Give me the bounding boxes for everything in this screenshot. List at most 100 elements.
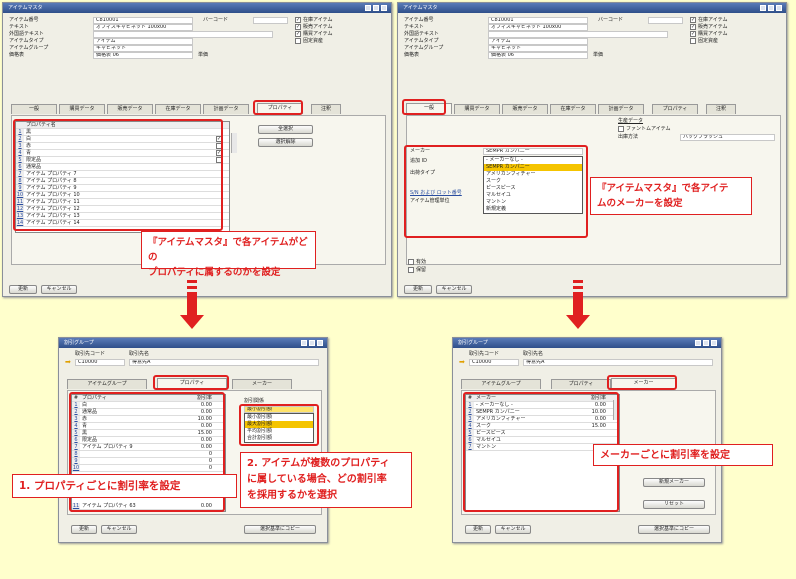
item-number-field[interactable]: C810001 (93, 17, 193, 24)
new-manufacturer-button[interactable]: 新規メーカー (643, 478, 705, 487)
price-list-select[interactable]: 価格表 06 (93, 52, 193, 59)
close-icon[interactable] (776, 5, 782, 11)
field-label: 価格表 (9, 52, 25, 58)
item-type-select[interactable]: アイテム (488, 38, 588, 45)
tab-purchasing[interactable]: 購買データ (59, 104, 105, 114)
cancel-button[interactable]: キャンセル (495, 525, 531, 534)
highlight-frame (402, 99, 446, 115)
cancel-button[interactable]: キャンセル (101, 525, 137, 534)
phantom-checkbox[interactable] (618, 126, 624, 132)
field-label: アイテムグループ (9, 45, 49, 51)
foreign-text-field[interactable] (488, 31, 668, 38)
note-rate-per-property: 1. プロパティごとに割引率を設定 (12, 474, 237, 498)
close-icon[interactable] (711, 340, 717, 346)
discount-group-window-right: 割引グループ 取引先コード 取引先名 ➡ C10000 得意先A アイテムグルー… (452, 337, 722, 543)
title-bar: アイテムマスタ (398, 3, 786, 13)
unit-price-label: 単価 (593, 52, 604, 58)
bp-code-field[interactable]: C10000 (469, 359, 519, 366)
tab-item-group[interactable]: アイテムグループ (461, 379, 541, 389)
field-label: 外国語テキスト (404, 31, 439, 37)
checkbox-label: 保留 (416, 267, 427, 273)
select-all-button[interactable]: 全選択 (258, 125, 313, 134)
note-item-property: 『アイテムマスタ』で各アイテムがどの プロパティに属するのかを設定 (141, 231, 316, 278)
highlight-frame (153, 375, 229, 390)
minimize-icon[interactable] (365, 5, 371, 11)
highlight-frame (404, 145, 588, 238)
item-group-select[interactable]: キャビネット (488, 45, 588, 52)
close-icon[interactable] (381, 5, 387, 11)
text-field[interactable]: オフィスキャビネット 100x00 (93, 24, 193, 31)
field-label: アイテムグループ (404, 45, 444, 51)
inactive-checkbox[interactable] (408, 267, 414, 273)
tab-purchasing[interactable]: 購買データ (454, 104, 500, 114)
barcode-field[interactable] (648, 17, 683, 24)
checkbox-label: 在庫アイテム (698, 17, 728, 23)
bp-name-field[interactable]: 得意先A (129, 359, 319, 366)
tab-remarks[interactable]: 注釈 (706, 104, 736, 114)
cancel-button[interactable]: キャンセル (436, 285, 472, 294)
link-arrow-icon[interactable]: ➡ (65, 359, 71, 366)
maximize-icon[interactable] (703, 340, 709, 346)
scrollbar[interactable] (231, 133, 237, 153)
purchase-item-checkbox[interactable]: ✓ (690, 31, 696, 37)
checkbox-label: 固定資産 (303, 38, 324, 44)
window-title: 割引グループ (458, 340, 488, 346)
link-arrow-icon[interactable]: ➡ (459, 359, 465, 366)
bp-name-field[interactable]: 得意先A (523, 359, 713, 366)
maximize-icon[interactable] (309, 340, 315, 346)
maximize-icon[interactable] (373, 5, 379, 11)
tab-manufacturer[interactable]: メーカー (232, 379, 292, 389)
sales-item-checkbox[interactable]: ✓ (295, 24, 301, 30)
minimize-icon[interactable] (301, 340, 307, 346)
item-group-select[interactable]: キャビネット (93, 45, 193, 52)
copy-to-criteria-button[interactable]: 選択基準にコピー (244, 525, 316, 534)
close-icon[interactable] (317, 340, 323, 346)
tab-inventory[interactable]: 在庫データ (155, 104, 201, 114)
item-master-window-right: アイテムマスタ アイテム番号 C810001 テキスト オフィスキャビネット 1… (397, 2, 787, 297)
tab-remarks[interactable]: 注釈 (311, 104, 341, 114)
minimize-icon[interactable] (695, 340, 701, 346)
tab-sales[interactable]: 販売データ (107, 104, 153, 114)
active-checkbox[interactable] (408, 259, 414, 265)
window-title: アイテムマスタ (403, 5, 438, 11)
update-button[interactable]: 更新 (71, 525, 97, 534)
tab-sales[interactable]: 販売データ (502, 104, 548, 114)
inventory-item-checkbox[interactable]: ✓ (295, 17, 301, 23)
tab-inventory[interactable]: 在庫データ (550, 104, 596, 114)
barcode-label: バーコード (598, 17, 624, 23)
note-item-maker: 『アイテムマスタ』で各アイテ ムのメーカーを設定 (590, 177, 752, 215)
inventory-item-checkbox[interactable]: ✓ (690, 17, 696, 23)
barcode-field[interactable] (253, 17, 288, 24)
fixed-asset-checkbox[interactable] (295, 38, 301, 44)
item-type-select[interactable]: アイテム (93, 38, 193, 45)
tab-item-group[interactable]: アイテムグループ (67, 379, 147, 389)
maximize-icon[interactable] (768, 5, 774, 11)
purchase-item-checkbox[interactable]: ✓ (295, 31, 301, 37)
title-bar: 割引グループ (453, 338, 721, 348)
title-bar: アイテムマスタ (3, 3, 391, 13)
item-number-field[interactable]: C810001 (488, 17, 588, 24)
update-button[interactable]: 更新 (404, 285, 432, 294)
fixed-asset-checkbox[interactable] (690, 38, 696, 44)
sales-item-checkbox[interactable]: ✓ (690, 24, 696, 30)
cancel-button[interactable]: キャンセル (41, 285, 77, 294)
minimize-icon[interactable] (760, 5, 766, 11)
reset-button[interactable]: リセット (643, 500, 705, 509)
clear-selection-button[interactable]: 選択解除 (258, 138, 313, 147)
tab-properties[interactable]: プロパティ (652, 104, 698, 114)
bp-code-field[interactable]: C10000 (75, 359, 125, 366)
issue-method-select[interactable]: バックフラッシュ (680, 134, 775, 141)
tab-general[interactable]: 一般 (11, 104, 57, 114)
update-button[interactable]: 更新 (465, 525, 491, 534)
bp-code-label: 取引先コード (75, 351, 106, 357)
tab-planning[interactable]: 計画データ (598, 104, 644, 114)
text-field[interactable]: オフィスキャビネット 100x00 (488, 24, 588, 31)
update-button[interactable]: 更新 (9, 285, 37, 294)
barcode-label: バーコード (203, 17, 229, 23)
tab-planning[interactable]: 計画データ (203, 104, 249, 114)
copy-to-criteria-button[interactable]: 選択基準にコピー (638, 525, 710, 534)
checkbox-label: 固定資産 (698, 38, 719, 44)
price-list-select[interactable]: 価格表 06 (488, 52, 588, 59)
tab-properties[interactable]: プロパティ (551, 379, 611, 389)
foreign-text-field[interactable] (93, 31, 273, 38)
